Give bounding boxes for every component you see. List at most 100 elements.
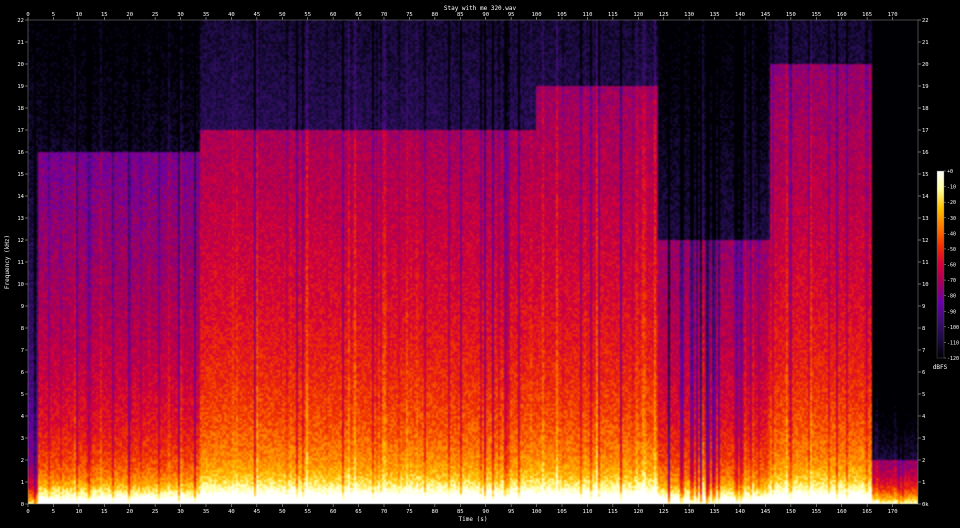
y-tick-label-left: 4: [21, 414, 25, 420]
x-tick-label-top: 110: [582, 12, 592, 18]
x-tick-label-bottom: 0: [26, 509, 29, 515]
colorbar-tick-label: -110: [947, 340, 959, 346]
x-tick-label-top: 135: [710, 12, 720, 18]
x-tick-label-top: 75: [406, 12, 413, 18]
x-tick-label-bottom: 35: [203, 509, 210, 515]
x-tick-label-bottom: 90: [482, 509, 489, 515]
x-tick-label-bottom: 110: [582, 509, 592, 515]
x-tick-label-top: 55: [304, 12, 311, 18]
y-tick-label-right: 1: [922, 480, 925, 486]
colorbar-gradient: [936, 170, 945, 359]
y-tick-label-right: 7: [922, 348, 925, 354]
x-tick-label-bottom: 165: [862, 509, 872, 515]
x-tick-label-top: 105: [557, 12, 567, 18]
x-tick-label-bottom: 125: [659, 509, 669, 515]
x-tick-label-bottom: 85: [457, 509, 464, 515]
x-tick-label-bottom: 30: [177, 509, 184, 515]
y-tick-label-left: 1: [21, 480, 24, 486]
x-tick-label-bottom: 170: [888, 509, 898, 515]
y-tick-label-right: 19: [922, 84, 929, 90]
x-tick-label-top: 35: [203, 12, 210, 18]
x-tick-label-bottom: 150: [786, 509, 796, 515]
x-tick-label-bottom: 40: [228, 509, 235, 515]
colorbar-tick-label: -70: [947, 278, 956, 284]
x-tick-label-top: 65: [355, 12, 362, 18]
colorbar-tick-label: +0: [947, 169, 953, 175]
x-tick-label-top: 60: [330, 12, 337, 18]
x-tick-label-bottom: 15: [101, 509, 108, 515]
y-tick-label-right: 12: [922, 238, 929, 244]
x-tick-label-bottom: 75: [406, 509, 413, 515]
y-tick-label-right: 6: [922, 370, 925, 376]
y-tick-label-left: 0: [21, 502, 24, 508]
y-tick-label-left: 5: [21, 392, 24, 398]
y-tick-label-left: 19: [17, 84, 24, 90]
y-tick-label-right: 22: [922, 18, 929, 24]
x-tick-label-top: 165: [862, 12, 872, 18]
y-tick-label-right: 10: [922, 282, 929, 288]
x-tick-label-top: 150: [786, 12, 796, 18]
y-tick-label-left: 20: [17, 62, 24, 68]
x-tick-label-top: 100: [532, 12, 542, 18]
plot-area: [27, 19, 919, 505]
x-tick-label-bottom: 145: [760, 509, 770, 515]
y-tick-label-right: 14: [922, 194, 929, 200]
x-tick-label-top: 95: [508, 12, 515, 18]
x-tick-label-bottom: 10: [76, 509, 83, 515]
y-tick-label-left: 14: [17, 194, 24, 200]
x-tick-label-top: 5: [52, 12, 55, 18]
y-axis-left: 012345678910111213141516171819202122: [17, 18, 28, 508]
y-tick-label-left: 12: [17, 238, 24, 244]
y-tick-label-right: 15: [922, 172, 929, 178]
x-axis-top: 0 5 10 15 20 25 30 35 40 45 50 55 60 65 70 75 80 85 90 95 10…: [26, 12, 898, 20]
y-tick-label-right: 9: [922, 304, 925, 310]
y-tick-label-right: 8: [922, 326, 925, 332]
y-tick-label-left: 3: [21, 436, 24, 442]
colorbar-tick-label: -90: [947, 309, 956, 315]
y-tick-label-right: 20: [922, 62, 929, 68]
x-tick-label-top: 50: [279, 12, 286, 18]
y-tick-label-left: 16: [17, 150, 24, 156]
x-tick-label-top: 45: [254, 12, 261, 18]
x-tick-label-bottom: 115: [608, 509, 618, 515]
x-tick-label-top: 155: [811, 12, 821, 18]
x-tick-label-top: 130: [684, 12, 694, 18]
y-tick-label-left: 10: [17, 282, 24, 288]
colorbar-tick-label: -50: [947, 247, 956, 253]
chart-title: Stay with me 320.wav: [444, 5, 517, 12]
colorbar-label: dBFS: [933, 364, 948, 371]
y-tick-label-left: 6: [21, 370, 24, 376]
colorbar-tick-label: -100: [947, 325, 959, 331]
y-tick-label-right: 2: [922, 458, 925, 464]
x-tick-label-bottom: 105: [557, 509, 567, 515]
y-tick-label-left: 18: [17, 106, 24, 112]
colorbar-tick-label: -40: [947, 231, 956, 237]
x-tick-label-top: 160: [837, 12, 847, 18]
colorbar-tick-label: -30: [947, 216, 956, 222]
x-axis-label: Time (s): [459, 516, 488, 523]
x-tick-label-top: 140: [735, 12, 745, 18]
x-tick-label-top: 30: [177, 12, 184, 18]
y-tick-label-right: 21: [922, 40, 929, 46]
colorbar-tick-label: -20: [947, 200, 956, 206]
x-tick-label-top: 10: [76, 12, 83, 18]
x-tick-label-top: 0: [26, 12, 29, 18]
x-tick-label-bottom: 100: [532, 509, 542, 515]
y-tick-label-left: 13: [17, 216, 24, 222]
x-tick-label-bottom: 55: [304, 509, 311, 515]
x-tick-label-top: 80: [432, 12, 439, 18]
x-tick-label-bottom: 130: [684, 509, 694, 515]
y-axis-label: Frequency (kHz): [4, 235, 11, 289]
x-tick-label-bottom: 5: [52, 509, 55, 515]
colorbar-tick-label: -80: [947, 294, 956, 300]
x-tick-label-top: 25: [152, 12, 159, 18]
x-tick-label-bottom: 140: [735, 509, 745, 515]
x-tick-label-top: 145: [760, 12, 770, 18]
y-tick-label-right: 11: [922, 260, 929, 266]
x-tick-label-top: 125: [659, 12, 669, 18]
x-tick-label-top: 120: [633, 12, 643, 18]
y-tick-label-left: 17: [17, 128, 24, 134]
y-tick-label-left: 21: [17, 40, 24, 46]
x-tick-label-bottom: 50: [279, 509, 286, 515]
y-tick-label-right: 16: [922, 150, 929, 156]
